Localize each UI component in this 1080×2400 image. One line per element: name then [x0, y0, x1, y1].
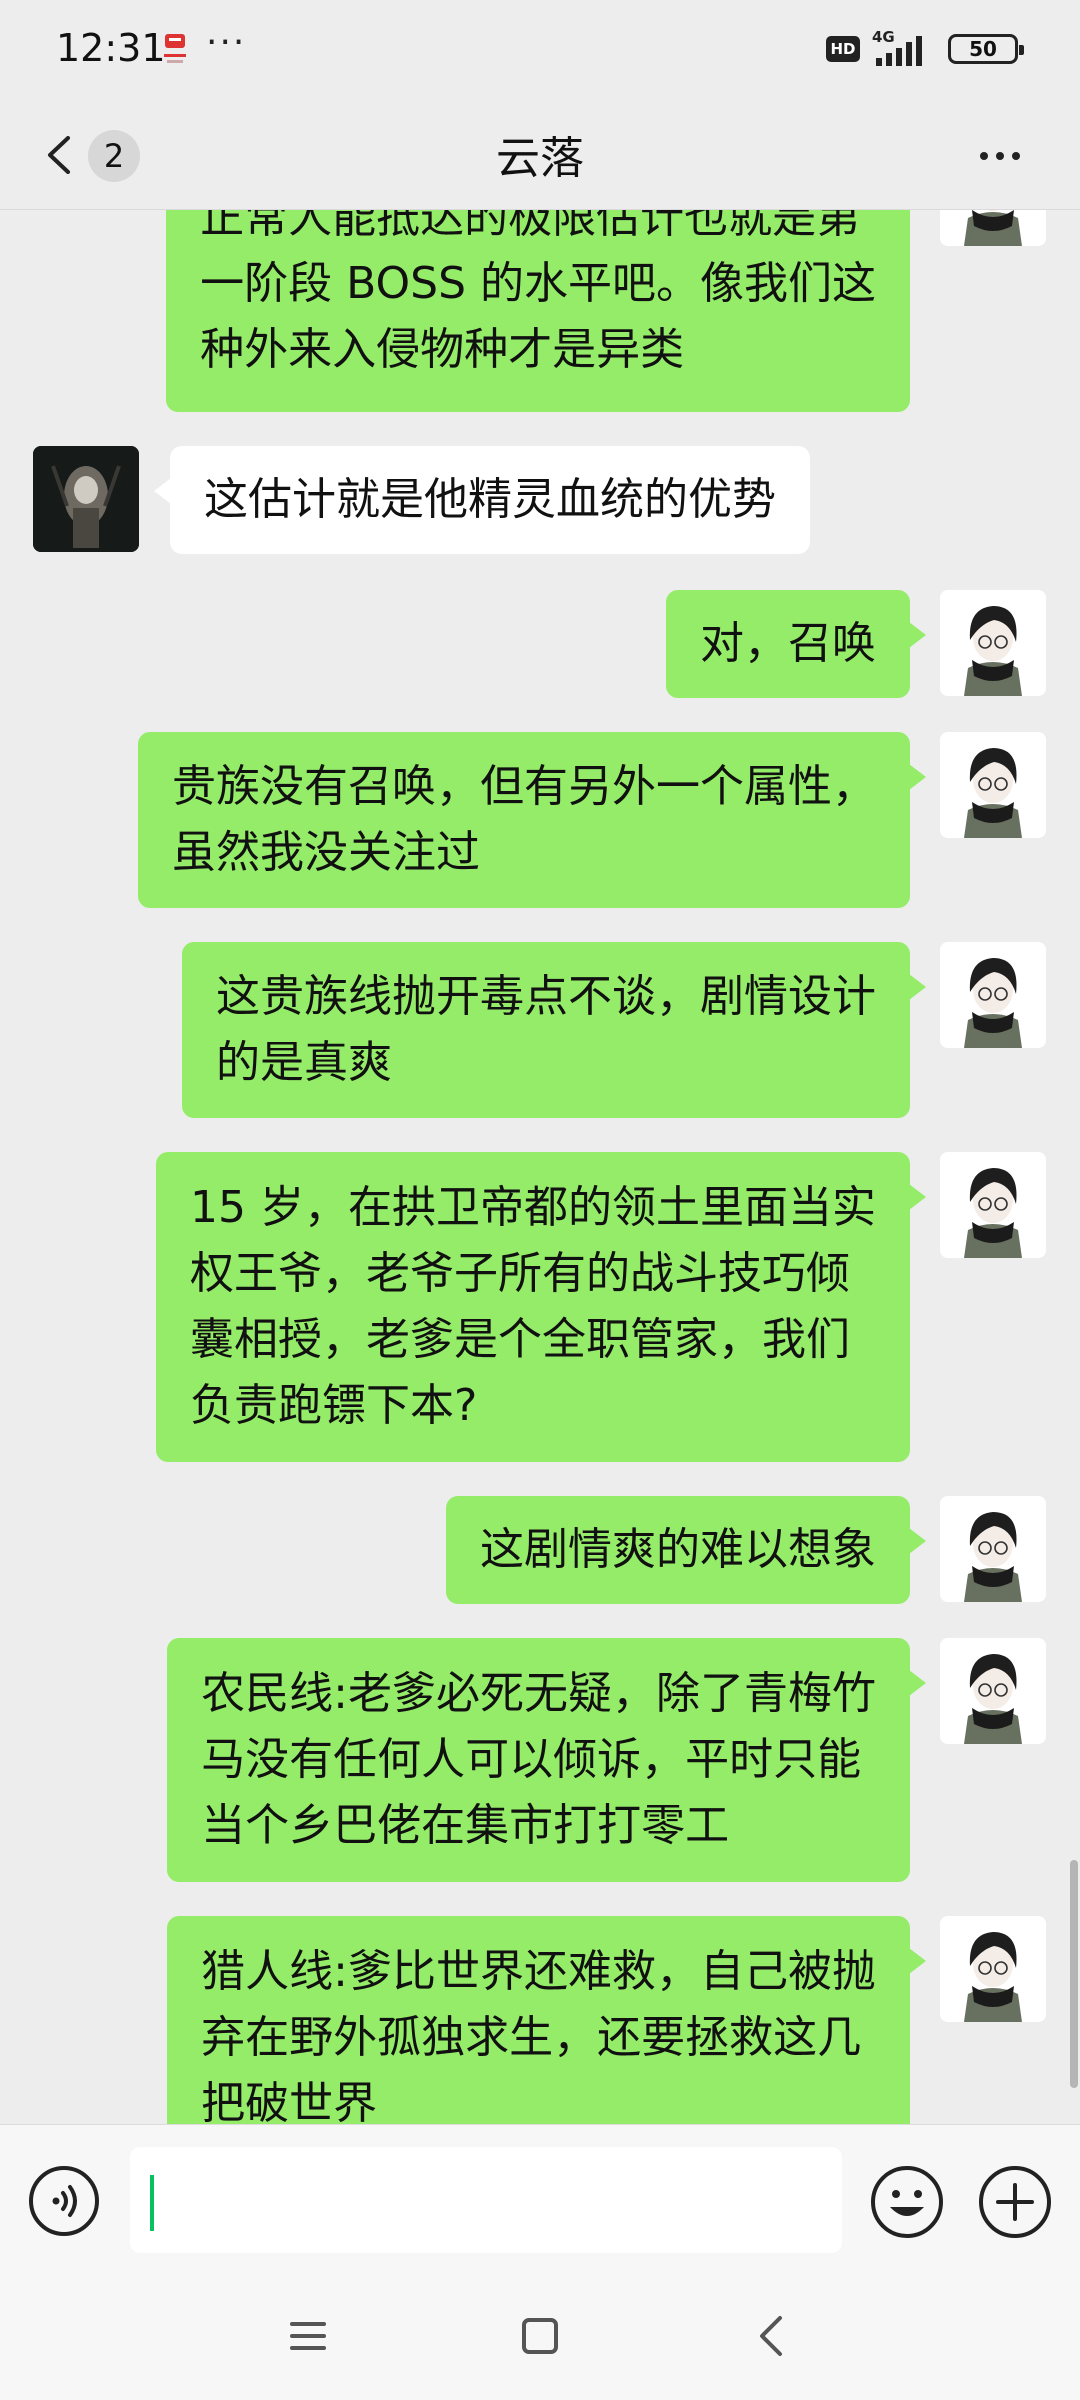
message-item: 猎人线:爹比世界还难救，自己被抛 弃在野外孤独求生，还要拯救这几 把破世界 [0, 1916, 1080, 2124]
message-item: 这剧情爽的难以想象 [0, 1496, 1080, 1604]
home-icon[interactable] [516, 2312, 564, 2360]
message-text: 这贵族线抛开毒点不谈，剧情设计 的是真爽 [216, 971, 876, 1088]
hd-badge: HD [826, 36, 860, 62]
message-text: 正常人能抵达的极限估计也就是第 一阶段 BOSS 的水平吧。像我们这 种外来入侵… [200, 210, 876, 375]
message-item: 这估计就是他精灵血统的优势 [0, 446, 1080, 554]
back-icon [48, 136, 70, 174]
my-avatar[interactable] [940, 1916, 1046, 2022]
avatar-image [940, 942, 1046, 1048]
more-button[interactable] [960, 130, 1040, 180]
message-text: 贵族没有召唤，但有另外一个属性， 虽然我没关注过 [172, 761, 876, 878]
message-text: 这剧情爽的难以想象 [480, 1524, 876, 1575]
status-bar: 12:31 ··· HD 4G 50 [0, 0, 1080, 100]
message-item: 贵族没有召唤，但有另外一个属性， 虽然我没关注过 [0, 732, 1080, 908]
chat-title: 云落 [496, 133, 584, 184]
message-list[interactable]: 正常人能抵达的极限估计也就是第 一阶段 BOSS 的水平吧。像我们这 种外来入侵… [0, 210, 1080, 2124]
message-text: 这估计就是他精灵血统的优势 [204, 474, 776, 525]
nav-back-icon[interactable] [748, 2312, 796, 2360]
status-more-dots: ··· [206, 22, 247, 63]
unread-count-badge: 2 [88, 130, 140, 182]
message-text: 农民线:老爹必死无疑，除了青梅竹 马没有任何人可以倾诉，平时只能 当个乡巴佬在集… [201, 1668, 876, 1851]
more-icon [980, 152, 988, 160]
text-caret [150, 2175, 154, 2231]
scrollbar[interactable] [1070, 1860, 1078, 2088]
input-bar [0, 2124, 1080, 2274]
message-input[interactable] [130, 2147, 842, 2253]
message-item: 15 岁，在拱卫帝都的领土里面当实 权王爷，老爷子所有的战斗技巧倾 囊相授，老爹… [0, 1152, 1080, 1462]
plus-icon[interactable] [978, 2165, 1052, 2239]
message-item: 农民线:老爹必死无疑，除了青梅竹 马没有任何人可以倾诉，平时只能 当个乡巴佬在集… [0, 1638, 1080, 1882]
system-nav-bar [0, 2274, 1080, 2400]
back-button[interactable]: 2 [30, 118, 140, 192]
message-bubble[interactable]: 贵族没有召唤，但有另外一个属性， 虽然我没关注过 [138, 732, 926, 908]
message-bubble[interactable]: 这贵族线抛开毒点不谈，剧情设计 的是真爽 [182, 942, 926, 1118]
message-item: 对，召唤 [0, 590, 1080, 698]
network-type: 4G [872, 28, 895, 46]
contact-avatar[interactable] [33, 446, 139, 552]
menu-icon[interactable] [284, 2312, 332, 2360]
message-bubble[interactable]: 15 岁，在拱卫帝都的领土里面当实 权王爷，老爷子所有的战斗技巧倾 囊相授，老爹… [156, 1152, 926, 1462]
avatar-image [940, 1496, 1046, 1602]
message-item: 正常人能抵达的极限估计也就是第 一阶段 BOSS 的水平吧。像我们这 种外来入侵… [0, 210, 1080, 412]
avatar-image [940, 1638, 1046, 1744]
notification-app-icon [164, 34, 186, 63]
message-bubble[interactable]: 这剧情爽的难以想象 [446, 1496, 926, 1604]
battery-icon: 50 [948, 34, 1024, 64]
status-time: 12:31 [56, 26, 166, 70]
my-avatar[interactable] [940, 210, 1046, 246]
message-bubble[interactable]: 农民线:老爹必死无疑，除了青梅竹 马没有任何人可以倾诉，平时只能 当个乡巴佬在集… [167, 1638, 926, 1882]
avatar-image [940, 210, 1046, 246]
message-text: 猎人线:爹比世界还难救，自己被抛 弃在野外孤独求生，还要拯救这几 把破世界 [201, 1946, 876, 2124]
message-bubble[interactable]: 猎人线:爹比世界还难救，自己被抛 弃在野外孤独求生，还要拯救这几 把破世界 [167, 1916, 926, 2124]
voice-icon[interactable] [28, 2165, 100, 2237]
my-avatar[interactable] [940, 942, 1046, 1048]
message-text: 对，召唤 [700, 618, 876, 669]
my-avatar[interactable] [940, 1638, 1046, 1744]
avatar-image [940, 590, 1046, 696]
message-bubble[interactable]: 这估计就是他精灵血统的优势 [154, 446, 810, 554]
signal-icon: 4G [872, 28, 922, 66]
avatar-image [940, 1152, 1046, 1258]
message-item: 这贵族线抛开毒点不谈，剧情设计 的是真爽 [0, 942, 1080, 1118]
my-avatar[interactable] [940, 590, 1046, 696]
avatar-image [940, 732, 1046, 838]
message-text: 15 岁，在拱卫帝都的领土里面当实 权王爷，老爷子所有的战斗技巧倾 囊相授，老爹… [190, 1182, 876, 1431]
battery-level: 50 [969, 37, 997, 61]
message-bubble[interactable]: 对，召唤 [666, 590, 926, 698]
emoji-icon[interactable] [870, 2165, 944, 2239]
avatar-image [33, 446, 139, 552]
avatar-image [940, 1916, 1046, 2022]
my-avatar[interactable] [940, 1496, 1046, 1602]
message-bubble[interactable]: 正常人能抵达的极限估计也就是第 一阶段 BOSS 的水平吧。像我们这 种外来入侵… [166, 210, 910, 412]
my-avatar[interactable] [940, 1152, 1046, 1258]
my-avatar[interactable] [940, 732, 1046, 838]
chat-header: 2 云落 [0, 100, 1080, 210]
